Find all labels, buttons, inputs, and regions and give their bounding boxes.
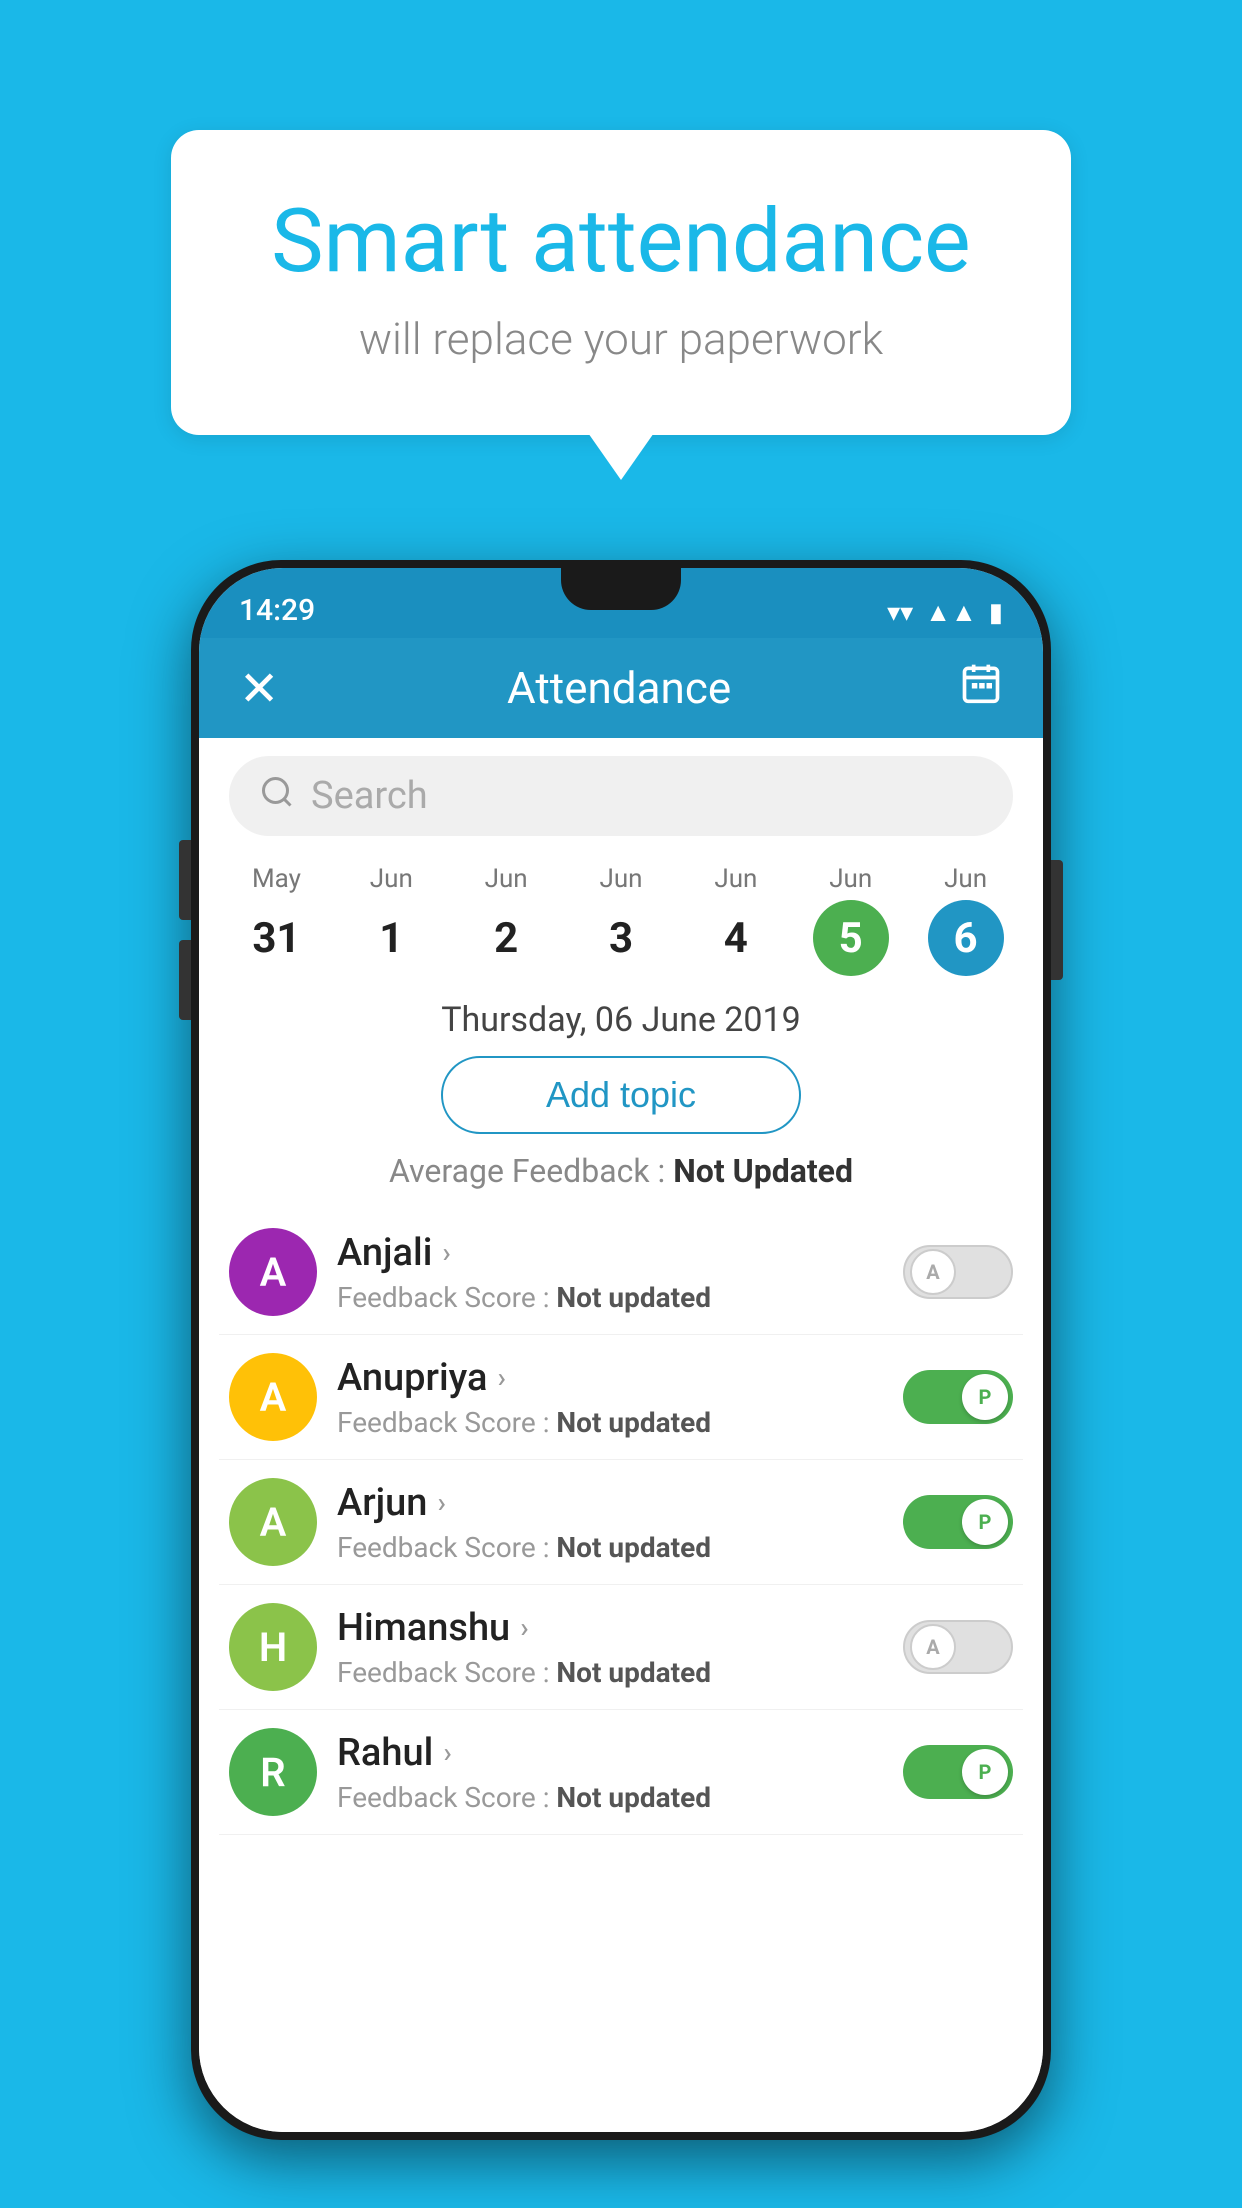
volume-up-button[interactable] [179, 840, 191, 920]
attendance-toggle[interactable]: A [903, 1245, 1013, 1299]
student-feedback: Feedback Score : Not updated [337, 1406, 883, 1439]
student-name: Rahul › [337, 1731, 883, 1775]
search-icon [259, 774, 295, 819]
student-row[interactable]: A Anupriya › Feedback Score : Not updated P [219, 1335, 1023, 1460]
cal-date-number[interactable]: 3 [583, 900, 659, 976]
student-avatar: A [229, 1228, 317, 1316]
student-info: Rahul › Feedback Score : Not updated [337, 1731, 883, 1814]
student-feedback: Feedback Score : Not updated [337, 1781, 883, 1814]
volume-down-button[interactable] [179, 940, 191, 1020]
student-row[interactable]: H Himanshu › Feedback Score : Not updated A [219, 1585, 1023, 1710]
student-avatar: R [229, 1728, 317, 1816]
cal-month-label: Jun [793, 864, 908, 894]
add-topic-button[interactable]: Add topic [441, 1056, 801, 1134]
cal-month-label: May [219, 864, 334, 894]
attendance-toggle[interactable]: P [903, 1370, 1013, 1424]
cal-date-number[interactable]: 1 [353, 900, 429, 976]
chevron-icon: › [520, 1611, 528, 1644]
calendar-day[interactable]: Jun 2 [449, 864, 564, 976]
student-list: AAnjali ›Feedback Score : Not updatedAAA… [199, 1210, 1043, 1835]
phone-wrapper: 14:29 ▾▾ ▲▲ ▮ ✕ Attendance [191, 560, 1051, 2140]
close-button[interactable]: ✕ [239, 660, 279, 717]
student-avatar: H [229, 1603, 317, 1691]
cal-month-label: Jun [449, 864, 564, 894]
calendar-day[interactable]: Jun 3 [564, 864, 679, 976]
battery-icon: ▮ [989, 598, 1003, 628]
cal-date-number[interactable]: 31 [238, 900, 314, 976]
cal-date-number[interactable]: 4 [698, 900, 774, 976]
cal-date-number[interactable]: 2 [468, 900, 544, 976]
calendar-icon[interactable] [959, 661, 1003, 715]
chevron-icon: › [437, 1486, 445, 1519]
attendance-toggle[interactable]: P [903, 1495, 1013, 1549]
student-info: Arjun › Feedback Score : Not updated [337, 1481, 883, 1564]
toggle-knob: A [910, 1624, 956, 1670]
screen-content: Search May 31 Jun 1 Jun 2 Jun 3 Jun 4 Jun 5 Jun 6 Thu… [199, 738, 1043, 2132]
hero-section: Smart attendance will replace your paper… [171, 130, 1071, 435]
chevron-icon: › [443, 1736, 451, 1769]
status-time: 14:29 [239, 593, 315, 628]
status-icons: ▾▾ ▲▲ ▮ [887, 597, 1003, 628]
calendar-strip: May 31 Jun 1 Jun 2 Jun 3 Jun 4 Jun 5 Jun 6 [199, 854, 1043, 976]
student-name: Anupriya › [337, 1356, 883, 1400]
chevron-icon: › [497, 1361, 505, 1394]
calendar-day[interactable]: Jun 6 [908, 864, 1023, 976]
avg-feedback-label: Average Feedback : [389, 1152, 665, 1190]
speech-bubble: Smart attendance will replace your paper… [171, 130, 1071, 435]
student-row[interactable]: A Anjali › Feedback Score : Not updated A [219, 1210, 1023, 1335]
student-feedback: Feedback Score : Not updated [337, 1531, 883, 1564]
calendar-day[interactable]: Jun 4 [678, 864, 793, 976]
student-feedback: Feedback Score : Not updated [337, 1281, 883, 1314]
calendar-day[interactable]: May 31 [219, 864, 334, 976]
hero-title: Smart attendance [251, 190, 991, 293]
student-feedback: Feedback Score : Not updated [337, 1656, 883, 1689]
search-input[interactable]: Search [311, 774, 428, 818]
student-name: Anjali › [337, 1231, 883, 1275]
chevron-icon: › [442, 1236, 450, 1269]
toggle-knob: P [962, 1499, 1008, 1545]
student-avatar: A [229, 1478, 317, 1566]
cal-month-label: Jun [334, 864, 449, 894]
student-avatar: A [229, 1353, 317, 1441]
phone-outer: 14:29 ▾▾ ▲▲ ▮ ✕ Attendance [191, 560, 1051, 2140]
calendar-day[interactable]: Jun 5 [793, 864, 908, 976]
toggle-knob: P [962, 1374, 1008, 1420]
toggle-knob: A [910, 1249, 956, 1295]
phone-screen: 14:29 ▾▾ ▲▲ ▮ ✕ Attendance [199, 568, 1043, 2132]
power-button[interactable] [1051, 860, 1063, 980]
student-info: Himanshu › Feedback Score : Not updated [337, 1606, 883, 1689]
selected-date-heading: Thursday, 06 June 2019 [199, 1000, 1043, 1040]
phone-notch [561, 568, 681, 610]
cal-month-label: Jun [678, 864, 793, 894]
attendance-toggle[interactable]: A [903, 1620, 1013, 1674]
avg-feedback-value: Not Updated [673, 1152, 853, 1190]
student-name: Arjun › [337, 1481, 883, 1525]
student-row[interactable]: R Rahul › Feedback Score : Not updated P [219, 1710, 1023, 1835]
signal-icon: ▲▲ [925, 597, 976, 628]
app-toolbar: ✕ Attendance [199, 638, 1043, 738]
cal-date-number[interactable]: 6 [928, 900, 1004, 976]
toggle-knob: P [962, 1749, 1008, 1795]
student-info: Anjali › Feedback Score : Not updated [337, 1231, 883, 1314]
average-feedback: Average Feedback : Not Updated [199, 1152, 1043, 1190]
calendar-day[interactable]: Jun 1 [334, 864, 449, 976]
student-info: Anupriya › Feedback Score : Not updated [337, 1356, 883, 1439]
hero-subtitle: will replace your paperwork [251, 313, 991, 365]
cal-month-label: Jun [564, 864, 679, 894]
student-row[interactable]: A Arjun › Feedback Score : Not updated P [219, 1460, 1023, 1585]
cal-date-number[interactable]: 5 [813, 900, 889, 976]
search-bar[interactable]: Search [229, 756, 1013, 836]
toolbar-title: Attendance [507, 662, 731, 714]
attendance-toggle[interactable]: P [903, 1745, 1013, 1799]
student-name: Himanshu › [337, 1606, 883, 1650]
cal-month-label: Jun [908, 864, 1023, 894]
wifi-icon: ▾▾ [887, 598, 913, 628]
